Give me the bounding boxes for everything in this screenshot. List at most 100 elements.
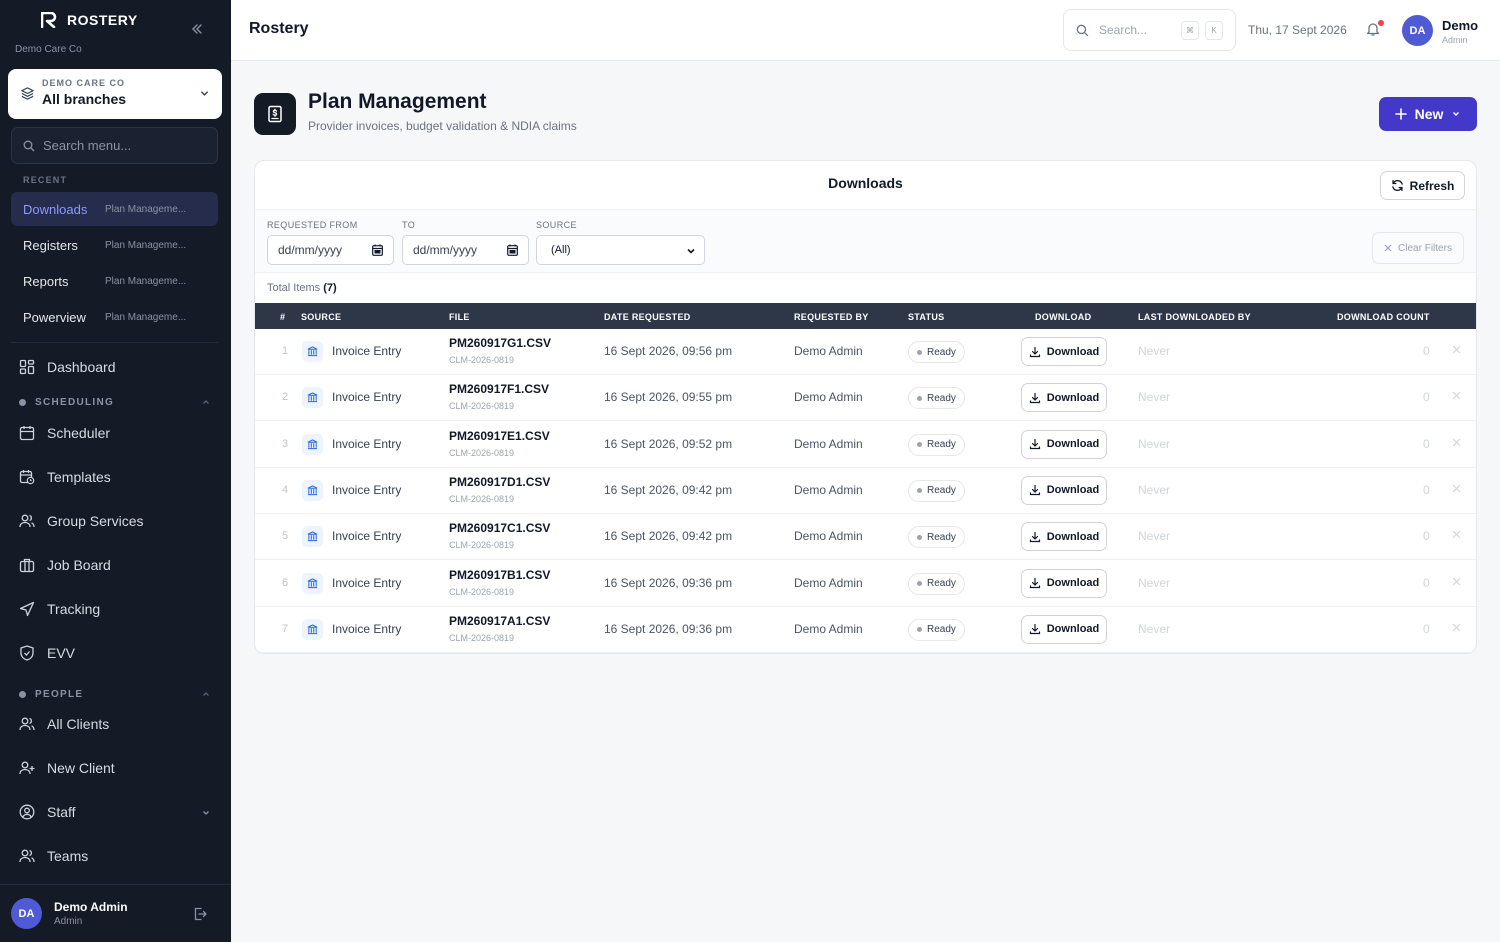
recent-item-downloads[interactable]: Downloads Plan Manageme... — [11, 192, 218, 226]
source-select[interactable]: (All) — [536, 235, 705, 265]
file-name[interactable]: PM260917G1.CSV — [449, 336, 551, 350]
nav-item-teams[interactable]: Teams — [19, 848, 88, 864]
download-button[interactable]: Download — [1021, 614, 1107, 644]
download-button[interactable]: Download — [1021, 475, 1107, 505]
file-name[interactable]: PM260917C1.CSV — [449, 521, 550, 535]
remove-row-icon[interactable] — [1452, 577, 1461, 586]
nav-item-scheduler[interactable]: Scheduler — [19, 425, 110, 441]
status-label: Ready — [927, 392, 956, 404]
recent-item-registers[interactable]: Registers Plan Manageme... — [11, 228, 218, 262]
remove-row-icon[interactable] — [1452, 530, 1461, 539]
nav-item-new-client[interactable]: New Client — [19, 760, 115, 776]
requested-from-input[interactable]: dd/mm/yyyy — [267, 235, 394, 265]
file-name[interactable]: PM260917E1.CSV — [449, 429, 550, 443]
table-row[interactable]: 2 Invoice Entry PM260917F1.CSV CLM-2026-… — [255, 375, 1476, 422]
to-date-input[interactable]: dd/mm/yyyy — [402, 235, 529, 265]
download-icon — [1029, 392, 1041, 404]
download-button[interactable]: Download — [1021, 337, 1107, 366]
remove-row-icon[interactable] — [1452, 484, 1461, 493]
claim-id: CLM-2026-0819 — [449, 632, 515, 643]
download-button[interactable]: Download — [1021, 522, 1107, 552]
column-header-requested-by[interactable]: REQUESTED BY — [794, 312, 869, 322]
nav-item-group-services[interactable]: Group Services — [19, 513, 143, 529]
calendar-icon — [19, 425, 35, 441]
file-name[interactable]: PM260917F1.CSV — [449, 382, 549, 396]
shortcut-key-cmd: ⌘ — [1181, 21, 1199, 40]
column-header-status[interactable]: STATUS — [908, 312, 944, 322]
chevron-up-icon[interactable] — [201, 689, 211, 699]
nav-item-label: EVV — [47, 645, 76, 661]
bank-icon — [302, 479, 323, 501]
remove-row-icon[interactable] — [1452, 623, 1461, 632]
date-requested: 16 Sept 2026, 09:36 pm — [604, 621, 733, 636]
table-row[interactable]: 6 Invoice Entry PM260917B1.CSV CLM-2026-… — [255, 561, 1476, 607]
collapse-sidebar-icon[interactable] — [190, 22, 204, 36]
download-label: Download — [1046, 484, 1100, 497]
global-search-input[interactable]: Search... ⌘ K — [1063, 9, 1236, 51]
sidebar-user[interactable]: DA Demo Admin Admin — [0, 884, 231, 942]
clear-filters-button[interactable]: Clear Filters — [1372, 232, 1464, 264]
remove-row-icon[interactable] — [1452, 345, 1461, 354]
nav-item-staff[interactable]: Staff — [19, 804, 76, 820]
download-button[interactable]: Download — [1021, 568, 1107, 598]
close-icon — [1384, 244, 1392, 252]
search-icon — [23, 140, 35, 152]
recent-item-label: Powerview — [23, 309, 86, 325]
people-group-header[interactable]: PEOPLE — [19, 689, 83, 700]
status-dot — [917, 442, 922, 448]
refresh-button[interactable]: Refresh — [1380, 171, 1465, 200]
remove-row-icon[interactable] — [1452, 391, 1461, 400]
menu-search-input[interactable]: Search menu... — [11, 127, 218, 164]
claim-id: CLM-2026-0819 — [449, 540, 515, 551]
table-row[interactable]: 5 Invoice Entry PM260917C1.CSV CLM-2026-… — [255, 514, 1476, 561]
column-header-date-requested[interactable]: DATE REQUESTED — [604, 312, 691, 322]
nav-item-dashboard[interactable]: Dashboard — [19, 359, 116, 375]
remove-row-icon[interactable] — [1452, 438, 1461, 447]
row-number: 1 — [281, 345, 289, 357]
column-header-file[interactable]: FILE — [449, 312, 470, 322]
row-number: 3 — [281, 437, 289, 450]
source-label: SOURCE — [536, 220, 577, 230]
last-downloaded-by: Never — [1138, 390, 1171, 405]
app-logo[interactable]: ROSTERY — [41, 12, 138, 28]
avatar[interactable]: DA — [1402, 15, 1433, 46]
nav-item-templates[interactable]: Templates — [19, 469, 111, 485]
calendar-icon[interactable] — [507, 244, 518, 256]
nav-item-job-board[interactable]: Job Board — [19, 557, 111, 573]
file-name[interactable]: PM260917D1.CSV — [449, 475, 550, 489]
nav-item-tracking[interactable]: Tracking — [19, 601, 100, 617]
nav-item-label: Teams — [47, 848, 89, 864]
chevron-down-icon[interactable] — [201, 808, 211, 818]
user-plus-icon — [19, 760, 35, 776]
download-label: Download — [1046, 345, 1100, 358]
calendar-icon[interactable] — [372, 244, 383, 256]
new-button[interactable]: New — [1379, 97, 1477, 131]
chevron-up-icon[interactable] — [201, 397, 211, 407]
file-name[interactable]: PM260917B1.CSV — [449, 568, 550, 582]
download-button[interactable]: Download — [1021, 383, 1107, 413]
app-name: ROSTERY — [67, 12, 138, 28]
download-button[interactable]: Download — [1021, 429, 1107, 459]
column-header-last-downloaded-by[interactable]: LAST DOWNLOADED BY — [1138, 312, 1251, 322]
download-count: 0 — [1423, 575, 1430, 590]
users-icon — [19, 513, 35, 529]
nav-item-evv[interactable]: EVV — [19, 645, 75, 661]
recent-item-powerview[interactable]: Powerview Plan Manageme... — [11, 300, 218, 334]
table-row[interactable]: 1 Invoice Entry PM260917G1.CSV CLM-2026-… — [255, 329, 1476, 375]
requested-by: Demo Admin — [794, 344, 863, 358]
column-header-download-count[interactable]: DOWNLOAD COUNT — [1337, 312, 1430, 322]
table-row[interactable]: 4 Invoice Entry PM260917D1.CSV CLM-2026-… — [255, 468, 1476, 514]
column-header-source[interactable]: SOURCE — [301, 312, 341, 322]
scheduling-group-header[interactable]: SCHEDULING — [19, 397, 114, 408]
download-icon — [1029, 484, 1041, 496]
recent-item-reports[interactable]: Reports Plan Manageme... — [11, 264, 218, 298]
source-name: Invoice Entry — [332, 482, 402, 497]
table-row[interactable]: 3 Invoice Entry PM260917E1.CSV CLM-2026-… — [255, 422, 1476, 468]
nav-item-all-clients[interactable]: All Clients — [19, 716, 109, 732]
table-row[interactable]: 7 Invoice Entry PM260917A1.CSV CLM-2026-… — [255, 607, 1476, 653]
file-name[interactable]: PM260917A1.CSV — [449, 614, 550, 628]
topbar-user[interactable]: Demo Admin — [1442, 18, 1478, 45]
notifications-bell-icon[interactable] — [1365, 20, 1384, 37]
branch-selector[interactable]: DEMO CARE CO All branches — [8, 69, 222, 119]
logout-icon[interactable] — [193, 907, 207, 921]
